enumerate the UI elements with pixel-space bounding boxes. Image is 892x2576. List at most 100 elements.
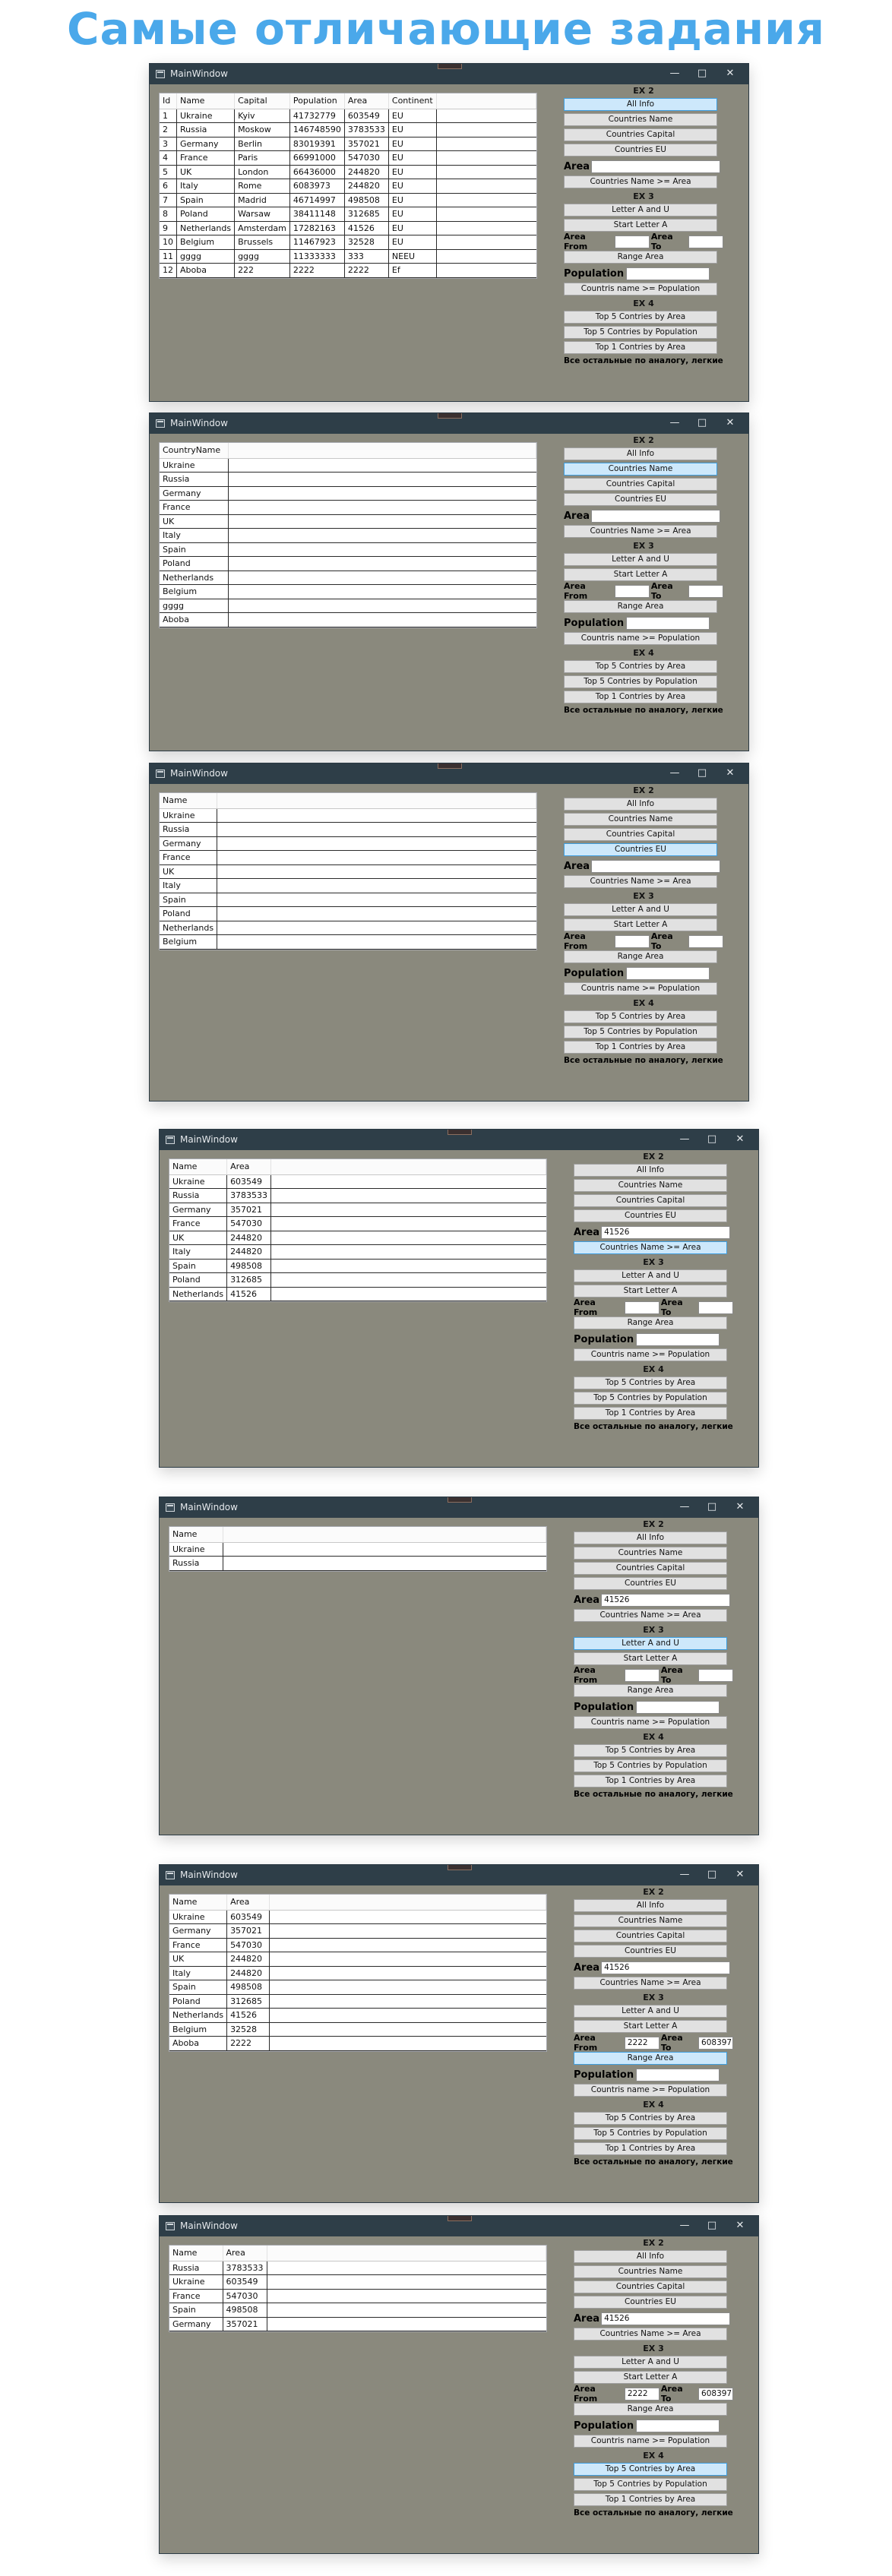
table-cell[interactable]: 7	[160, 193, 177, 207]
table-cell[interactable]: Netherlands	[169, 1287, 228, 1301]
table-cell[interactable]: Netherlands	[160, 571, 229, 585]
table-row[interactable]: Netherlands	[160, 921, 536, 935]
minimize-icon[interactable]: —	[674, 1867, 695, 1882]
table-cell[interactable]: UK	[160, 514, 229, 529]
minimize-icon[interactable]: —	[674, 1132, 695, 1147]
all-info-button[interactable]: All Info	[564, 447, 717, 460]
table-cell[interactable]: Aboba	[169, 2036, 228, 2051]
population-input[interactable]	[636, 1700, 720, 1714]
table-row[interactable]: Germany 357021	[169, 1923, 546, 1939]
table-cell[interactable]: 2222	[226, 2036, 270, 2051]
table-cell[interactable]: Italy	[169, 1966, 228, 1980]
table-cell[interactable]: Poland	[160, 906, 218, 921]
close-icon[interactable]: ✕	[729, 2218, 751, 2233]
table-cell[interactable]: 11	[160, 249, 177, 264]
countries-eu-button[interactable]: Countries EU	[564, 843, 717, 856]
area-to-input[interactable]	[688, 584, 723, 598]
letter-a-u-button[interactable]: Letter A and U	[574, 1269, 727, 1282]
table-cell[interactable]: Russia	[169, 1188, 228, 1203]
column-header[interactable]: Area	[226, 1159, 272, 1175]
table-cell[interactable]: France	[176, 150, 236, 166]
letter-a-u-button[interactable]: Letter A and U	[564, 553, 717, 566]
all-info-button[interactable]: All Info	[574, 1164, 727, 1177]
range-area-button[interactable]: Range Area	[564, 950, 717, 963]
table-cell[interactable]: 498508	[226, 1259, 272, 1273]
area-input[interactable]: 41526	[601, 2312, 731, 2325]
table-cell[interactable]: 1	[160, 109, 177, 123]
top1-area-button[interactable]: Top 1 Contries by Area	[564, 691, 717, 703]
table-cell[interactable]: Spain	[160, 893, 218, 907]
maximize-icon[interactable]: □	[691, 66, 713, 81]
table-row[interactable]: Spain 498508	[169, 2303, 546, 2318]
top1-area-button[interactable]: Top 1 Contries by Area	[574, 1775, 727, 1787]
area-to-input[interactable]: 608397	[698, 2387, 733, 2401]
table-row[interactable]: 10 Belgium Brussels 11467923 32528 EU	[160, 235, 536, 250]
table-cell[interactable]: Moskow	[234, 122, 290, 137]
table-cell[interactable]: EU	[388, 109, 437, 123]
table-cell[interactable]: Poland	[169, 1272, 228, 1288]
table-cell[interactable]: Russia	[160, 822, 218, 837]
area-to-input[interactable]	[688, 235, 723, 248]
table-cell[interactable]: 603549	[226, 1910, 270, 1924]
maximize-icon[interactable]: □	[701, 1867, 723, 1882]
table-row[interactable]: Ukraine	[169, 1542, 546, 1557]
countries-name-population-button[interactable]: Countris name >= Population	[564, 982, 717, 995]
title-bar[interactable]: MainWindow — □ ✕	[150, 413, 748, 434]
table-row[interactable]: Spain 498508	[169, 1980, 546, 1995]
countries-name-population-button[interactable]: Countris name >= Population	[564, 632, 717, 645]
population-input[interactable]	[636, 1332, 720, 1346]
table-cell[interactable]: 6	[160, 179, 177, 194]
column-header[interactable]: Population	[289, 93, 345, 109]
table-cell[interactable]: Germany	[169, 2317, 223, 2331]
table-row[interactable]: Netherlands 41526	[169, 1287, 546, 1301]
table-cell[interactable]: 357021	[226, 1203, 272, 1217]
table-cell[interactable]: EU	[388, 150, 437, 166]
table-row[interactable]: France 547030	[169, 1938, 546, 1952]
top5-population-button[interactable]: Top 5 Contries by Population	[564, 326, 717, 339]
close-icon[interactable]: ✕	[720, 766, 741, 781]
area-from-input[interactable]: 2222	[624, 2036, 660, 2050]
title-bar[interactable]: MainWindow — □ ✕	[160, 1497, 758, 1518]
range-area-button[interactable]: Range Area	[574, 1684, 727, 1697]
table-row[interactable]: Poland	[160, 906, 536, 921]
table-row[interactable]: UK 244820	[169, 1952, 546, 1967]
table-row[interactable]: Ukraine 603549	[169, 2274, 546, 2290]
countries-name-area-button[interactable]: Countries Name >= Area	[574, 1977, 727, 1990]
table-row[interactable]: France	[160, 500, 536, 515]
table-cell[interactable]: 357021	[344, 137, 389, 151]
table-row[interactable]: UK 244820	[169, 1231, 546, 1245]
table-cell[interactable]: 146748590	[289, 122, 345, 137]
minimize-icon[interactable]: —	[674, 2218, 695, 2233]
table-row[interactable]: 7 Spain Madrid 46714997 498508 EU	[160, 193, 536, 207]
area-from-input[interactable]	[624, 1668, 660, 1682]
table-row[interactable]: France	[160, 850, 536, 865]
table-cell[interactable]: 3783533	[226, 1188, 272, 1203]
countries-capital-button[interactable]: Countries Capital	[564, 128, 717, 141]
table-cell[interactable]: Russia	[176, 122, 236, 137]
table-cell[interactable]: Spain	[169, 2303, 223, 2318]
area-input[interactable]: 41526	[601, 1225, 731, 1239]
table-row[interactable]: Aboba 2222	[169, 2036, 546, 2051]
countries-name-population-button[interactable]: Countris name >= Population	[574, 1348, 727, 1361]
table-cell[interactable]: Belgium	[160, 934, 218, 950]
table-cell[interactable]: 498508	[226, 1980, 270, 1995]
top5-area-button[interactable]: Top 5 Contries by Area	[564, 1010, 717, 1023]
table-cell[interactable]: Netherlands	[169, 2008, 228, 2023]
top5-area-button[interactable]: Top 5 Contries by Area	[574, 2112, 727, 2125]
table-row[interactable]: 5 UK London 66436000 244820 EU	[160, 165, 536, 179]
table-cell[interactable]: 312685	[344, 207, 389, 222]
column-header[interactable]: CountryName	[160, 443, 229, 459]
table-cell[interactable]: France	[160, 850, 218, 865]
table-cell[interactable]: Aboba	[160, 612, 229, 627]
area-from-input[interactable]	[614, 235, 650, 248]
table-cell[interactable]: 17282163	[289, 221, 345, 235]
table-cell[interactable]: Netherlands	[176, 221, 236, 235]
table-row[interactable]: UK	[160, 514, 536, 529]
table-cell[interactable]: NEEU	[388, 249, 437, 264]
table-cell[interactable]: Paris	[234, 150, 290, 166]
table-cell[interactable]: 83019391	[289, 137, 345, 151]
table-cell[interactable]: Ukraine	[169, 1542, 223, 1557]
table-cell[interactable]: Kyiv	[234, 109, 290, 123]
table-cell[interactable]: France	[169, 1938, 228, 1952]
table-cell[interactable]: EU	[388, 179, 437, 194]
